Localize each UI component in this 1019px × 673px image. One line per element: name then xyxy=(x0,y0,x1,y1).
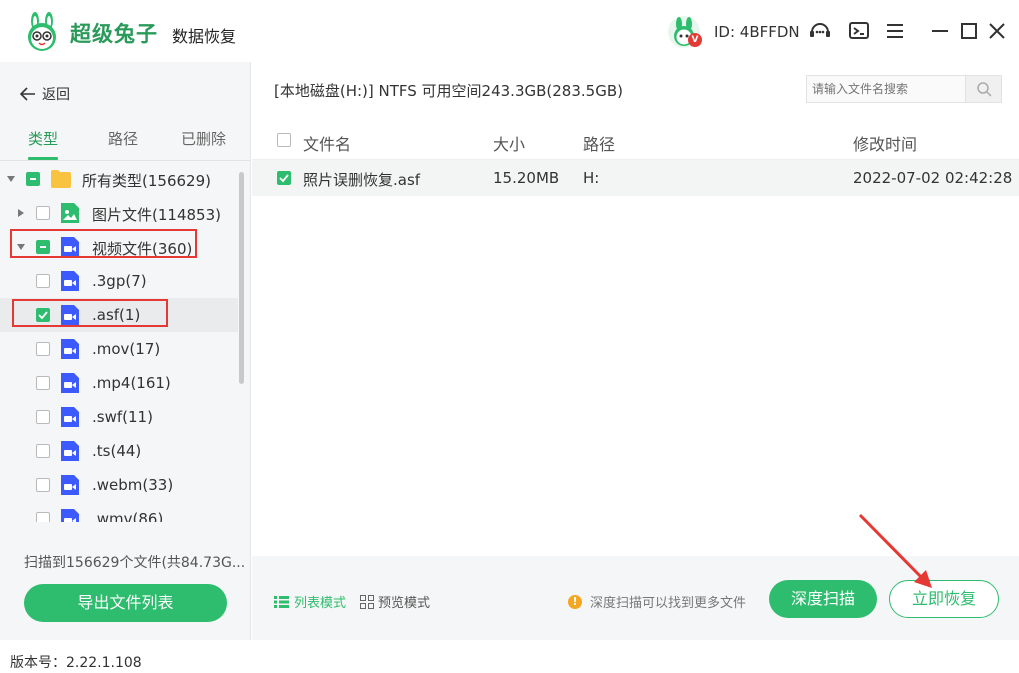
video-file-icon xyxy=(61,475,79,495)
vip-badge: V xyxy=(688,33,702,47)
tab-path[interactable]: 路径 xyxy=(108,128,138,149)
list-mode-label: 列表模式 xyxy=(294,596,347,611)
customer-service-icon[interactable] xyxy=(808,19,832,43)
back-label: 返回 xyxy=(42,87,70,103)
tree-item-label: .wmv(86) xyxy=(92,510,164,522)
preview-mode-label: 预览模式 xyxy=(378,596,431,611)
file-modified: 2022-07-02 02:42:28 xyxy=(853,169,1013,187)
tree-item-label: .mov(17) xyxy=(92,340,161,358)
caret-right-icon[interactable] xyxy=(16,208,26,218)
preview-mode-toggle[interactable]: 预览模式 xyxy=(360,592,430,611)
row-checkbox[interactable] xyxy=(277,171,291,185)
file-size: 15.20MB xyxy=(493,169,560,187)
tree-scrollbar[interactable] xyxy=(239,172,244,384)
select-all-checkbox[interactable] xyxy=(277,133,291,147)
table-row[interactable]: 照片误删恢复.asf 15.20MB H: 2022-07-02 02:42:2… xyxy=(252,160,1019,196)
disk-info: [本地磁盘(H:)] NTFS 可用空间243.3GB(283.5GB) xyxy=(274,82,623,100)
tree-checkbox[interactable] xyxy=(36,274,50,288)
left-panel: 返回 类型 路径 已删除 所有类型(156629) 图片文件(114853) 视… xyxy=(0,62,251,640)
tree-item-wmv[interactable]: .wmv(86) xyxy=(0,502,238,522)
tree-item-3gp[interactable]: .3gp(7) xyxy=(0,264,238,298)
column-modified[interactable]: 修改时间 xyxy=(853,131,917,155)
tree-checkbox[interactable] xyxy=(36,410,50,424)
caret-down-icon[interactable] xyxy=(6,174,16,184)
rabbit-logo-icon xyxy=(28,12,56,51)
tree-item-label: .ts(44) xyxy=(92,442,142,460)
tree-item-label: .mp4(161) xyxy=(92,374,171,392)
export-file-list-button[interactable]: 导出文件列表 xyxy=(24,584,227,622)
file-type-tree: 所有类型(156629) 图片文件(114853) 视频文件(360) .3gp… xyxy=(0,160,251,522)
tree-checkbox[interactable] xyxy=(26,172,40,186)
back-button[interactable]: 返回 xyxy=(20,84,70,104)
title-bar: 超级兔子 数据恢复 V ID: 4BFFDN xyxy=(0,0,1019,62)
search-button[interactable] xyxy=(965,76,1001,102)
category-tabs: 类型 路径 已删除 xyxy=(0,128,251,160)
tree-item-mp4[interactable]: .mp4(161) xyxy=(0,366,238,400)
tree-checkbox[interactable] xyxy=(36,342,50,356)
main-panel: [本地磁盘(H:)] NTFS 可用空间243.3GB(283.5GB) 文件名… xyxy=(252,62,1019,640)
video-file-icon xyxy=(61,441,79,461)
column-name[interactable]: 文件名 xyxy=(303,131,351,155)
close-icon[interactable] xyxy=(985,19,1009,43)
tree-item-images[interactable]: 图片文件(114853) xyxy=(0,196,238,230)
minimize-icon[interactable] xyxy=(928,19,952,43)
search-box xyxy=(806,75,1002,103)
deep-scan-hint: ! 深度扫描可以找到更多文件 xyxy=(568,592,746,611)
video-file-icon xyxy=(61,509,79,522)
grid-view-icon xyxy=(360,594,374,609)
tree-checkbox[interactable] xyxy=(36,444,50,458)
tree-item-ts[interactable]: .ts(44) xyxy=(0,434,238,468)
tree-checkbox[interactable] xyxy=(36,512,50,522)
highlight-box xyxy=(10,229,197,258)
image-file-icon xyxy=(61,203,79,223)
tree-item-label: 图片文件(114853) xyxy=(92,206,221,224)
maximize-icon[interactable] xyxy=(957,19,981,43)
list-mode-toggle[interactable]: 列表模式 xyxy=(274,592,346,611)
file-path: H: xyxy=(583,169,600,187)
tree-item-label: .swf(11) xyxy=(92,408,153,426)
brand-subtitle: 数据恢复 xyxy=(172,27,237,46)
file-name: 照片误删恢复.asf xyxy=(303,171,421,189)
user-id: ID: 4BFFDN xyxy=(714,23,800,41)
version-label: 版本号：2.22.1.108 xyxy=(10,655,142,671)
tab-deleted[interactable]: 已删除 xyxy=(181,128,226,149)
annotation-arrow-icon xyxy=(858,513,932,588)
warning-icon: ! xyxy=(568,594,582,609)
hint-text: 深度扫描可以找到更多文件 xyxy=(590,596,747,611)
tree-checkbox[interactable] xyxy=(36,206,50,220)
list-view-icon xyxy=(274,595,289,608)
highlight-box xyxy=(12,299,168,327)
video-file-icon xyxy=(61,271,79,291)
tree-item-webm[interactable]: .webm(33) xyxy=(0,468,238,502)
column-path[interactable]: 路径 xyxy=(583,131,615,155)
folder-icon xyxy=(51,170,71,188)
tree-item-label: 所有类型(156629) xyxy=(82,172,211,190)
tree-checkbox[interactable] xyxy=(36,376,50,390)
feedback-icon[interactable] xyxy=(847,19,871,43)
menu-icon[interactable] xyxy=(883,19,907,43)
tab-type[interactable]: 类型 xyxy=(28,128,58,149)
tree-item-label: .3gp(7) xyxy=(92,272,147,290)
video-file-icon xyxy=(61,339,79,359)
tree-item-mov[interactable]: .mov(17) xyxy=(0,332,238,366)
search-input[interactable] xyxy=(807,76,965,102)
video-file-icon xyxy=(61,407,79,427)
tree-item-all-types[interactable]: 所有类型(156629) xyxy=(0,162,238,196)
column-size[interactable]: 大小 xyxy=(493,131,525,155)
tree-item-label: .webm(33) xyxy=(92,476,174,494)
scan-summary: 扫描到156629个文件(共84.73G... xyxy=(24,555,246,571)
tree-checkbox[interactable] xyxy=(36,478,50,492)
search-icon xyxy=(976,82,992,97)
tree-item-swf[interactable]: .swf(11) xyxy=(0,400,238,434)
table-header: 文件名 大小 路径 修改时间 xyxy=(252,122,1019,160)
video-file-icon xyxy=(61,373,79,393)
arrow-left-icon xyxy=(20,87,35,101)
check-icon xyxy=(279,174,289,183)
brand-name: 超级兔子 xyxy=(70,22,158,46)
